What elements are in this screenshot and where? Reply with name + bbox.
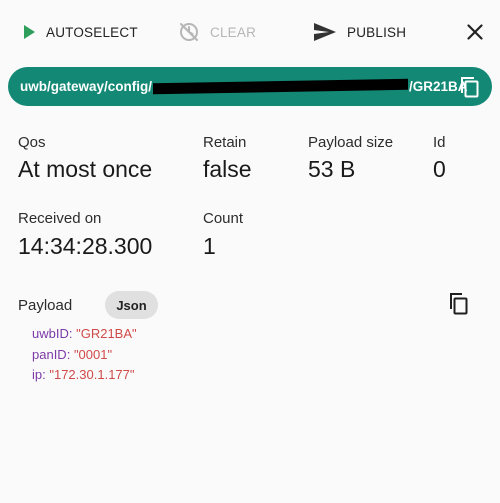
json-value: "0001" — [73, 346, 113, 362]
clear-label: CLEAR — [210, 24, 257, 40]
close-icon — [467, 24, 483, 40]
received-on-value: 14:34:28.300 — [18, 233, 153, 259]
json-key: uwbID — [32, 326, 69, 341]
count-label: Count — [203, 210, 244, 227]
copy-payload-button[interactable] — [449, 292, 469, 321]
count-value: 1 — [203, 233, 216, 259]
redacted-segment — [153, 78, 409, 95]
json-key: ip — [32, 367, 43, 382]
autoselect-label: AUTOSELECT — [46, 24, 138, 40]
received-on-label: Received on — [18, 210, 102, 227]
topic-text: uwb/gateway/config/ /GR21BA — [20, 78, 468, 95]
clear-disabled-icon — [178, 21, 200, 43]
autoselect-button[interactable]: AUTOSELECT — [22, 18, 138, 46]
clear-button[interactable]: CLEAR — [178, 18, 256, 46]
payload-size-label: Payload size — [308, 134, 394, 151]
payload-size-value: 53 B — [308, 156, 356, 182]
json-format-chip[interactable]: Json — [105, 291, 158, 319]
retain-value: false — [203, 156, 252, 182]
topic-prefix: uwb/gateway/config/ — [20, 79, 153, 94]
publish-button[interactable]: PUBLISH — [313, 18, 406, 46]
toolbar: AUTOSELECT CLEAR PUBLISH — [0, 0, 500, 62]
json-value: "GR21BA" — [76, 326, 137, 341]
qos-label: Qos — [18, 134, 46, 151]
id-label: Id — [433, 134, 446, 151]
json-value: "172.30.1.177" — [49, 367, 135, 382]
json-key: panID — [32, 346, 67, 362]
payload-json-view: uwbID: "GR21BA" panID: "0001" ip: "172.3… — [32, 324, 137, 386]
payload-label: Payload — [18, 297, 73, 314]
copy-icon — [460, 77, 480, 102]
json-line: ip: "172.30.1.177" — [32, 367, 135, 382]
json-chip-label: Json — [116, 297, 147, 313]
topic-suffix: /GR21BA — [409, 79, 468, 94]
copy-topic-button[interactable] — [460, 76, 480, 103]
play-icon — [22, 24, 36, 40]
json-line: uwbID: "GR21BA" — [32, 326, 137, 341]
topic-bar: uwb/gateway/config/ /GR21BA — [8, 67, 492, 106]
close-button[interactable] — [461, 18, 489, 46]
json-line: panID: "0001" — [32, 346, 113, 362]
qos-value: At most once — [18, 156, 153, 182]
send-icon — [313, 22, 337, 42]
retain-label: Retain — [203, 134, 247, 151]
copy-icon — [449, 293, 469, 320]
id-value: 0 — [433, 156, 446, 182]
publish-label: PUBLISH — [347, 24, 407, 40]
